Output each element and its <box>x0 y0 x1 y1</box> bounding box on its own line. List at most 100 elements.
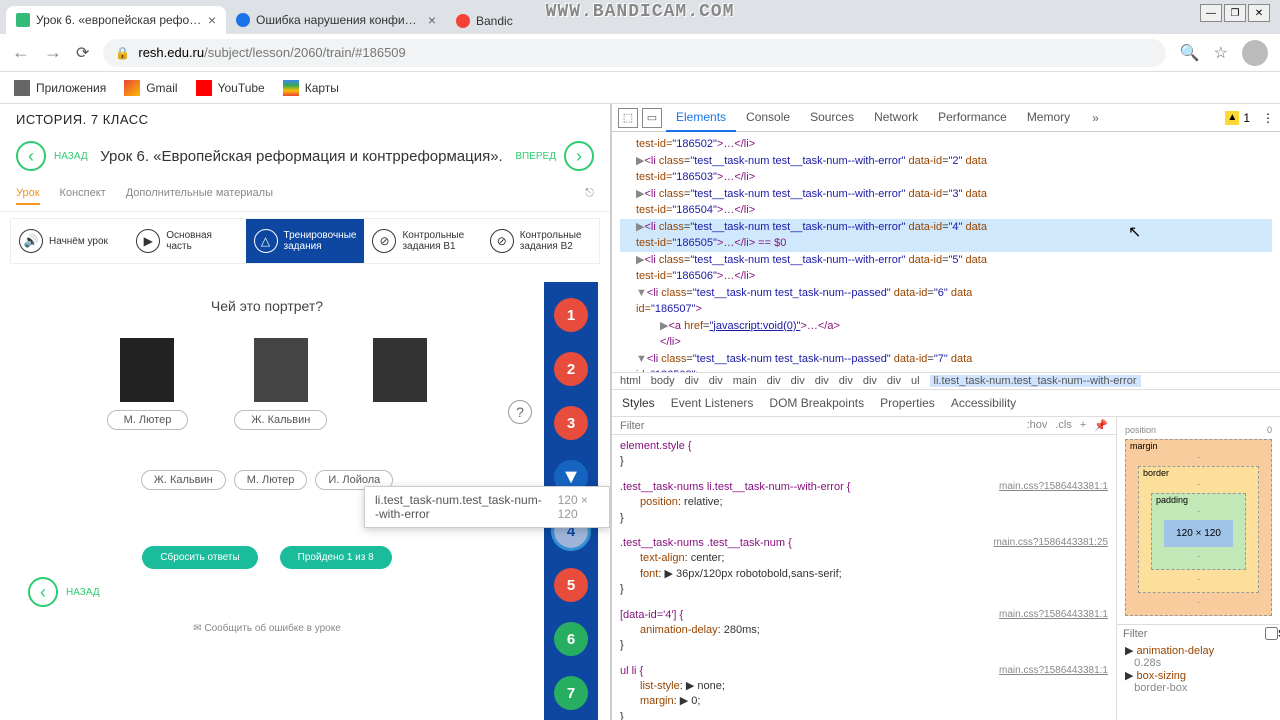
portrait-option[interactable]: Ж. Кальвин <box>234 338 327 430</box>
dom-node[interactable]: ▶<a href="javascript:void(0)">…</a> <box>620 318 1272 335</box>
portrait-option[interactable]: М. Лютер <box>107 338 189 430</box>
back-button[interactable]: ‹ <box>28 577 58 607</box>
section-training[interactable]: △Тренировочные задания <box>246 219 365 263</box>
device-icon[interactable]: ▭ <box>642 108 662 128</box>
devtools-menu-icon[interactable]: ⋮ <box>1254 111 1274 125</box>
dom-node[interactable]: ▶<li class="test__task-num test__task-nu… <box>620 252 1272 269</box>
computed-property[interactable]: ▶ box-sizing border-box <box>1125 669 1272 694</box>
url-input[interactable]: 🔒 resh.edu.ru/subject/lesson/2060/train/… <box>103 39 1165 67</box>
answer-chip[interactable]: М. Лютер <box>234 470 308 490</box>
dom-node[interactable]: test-id="186503">…</li> <box>620 169 1272 186</box>
tab-lesson[interactable]: Урок <box>16 187 40 205</box>
section-test2[interactable]: ⊘Контрольные задания В2 <box>482 219 599 263</box>
devtools-tab[interactable]: Network <box>864 104 928 132</box>
devtools-tab[interactable]: Performance <box>928 104 1017 132</box>
dom-node[interactable]: test-id="186506">…</li> <box>620 268 1272 285</box>
close-icon[interactable]: × <box>208 12 216 28</box>
crumb[interactable]: div <box>863 375 877 387</box>
devtools-tab[interactable]: Memory <box>1017 104 1080 132</box>
answer-chip[interactable]: Ж. Кальвин <box>141 470 226 490</box>
styles-tab[interactable]: Properties <box>880 396 935 410</box>
dom-node[interactable]: ▼<li class="test__task-num test_task-num… <box>620 285 1272 302</box>
bookmark-youtube[interactable]: YouTube <box>196 80 265 96</box>
share-icon[interactable]: ⎋ <box>585 187 594 205</box>
browser-tab[interactable]: Урок 6. «европейская реформа × <box>6 6 226 34</box>
star-icon[interactable]: ☆ <box>1214 43 1228 63</box>
browser-tab[interactable]: Ошибка нарушения конфиденц × <box>226 6 446 34</box>
dom-node[interactable]: test-id="186502">…</li> <box>620 136 1272 153</box>
breadcrumb[interactable]: htmlbodydivdivmaindivdivdivdivdivdivulli… <box>612 372 1280 390</box>
portrait-option[interactable] <box>373 338 427 430</box>
css-rule[interactable]: .test__task-nums li.test__task-num--with… <box>620 480 1108 526</box>
show-all-checkbox[interactable] <box>1265 627 1278 640</box>
user-avatar[interactable] <box>1242 40 1268 66</box>
dom-tree[interactable]: test-id="186502">…</li>▶<li class="test_… <box>612 132 1280 372</box>
cls-button[interactable]: .cls <box>1055 419 1072 432</box>
minimize-button[interactable]: — <box>1200 4 1222 22</box>
css-rule[interactable]: ul li {main.css?1586443381:1list-style: … <box>620 664 1108 720</box>
bookmark-maps[interactable]: Карты <box>283 80 339 96</box>
crumb[interactable]: div <box>815 375 829 387</box>
crumb[interactable]: ul <box>911 375 920 387</box>
crumb[interactable]: div <box>839 375 853 387</box>
task-number[interactable]: 5 <box>554 568 588 602</box>
search-icon[interactable]: 🔍 <box>1180 43 1200 63</box>
crumb[interactable]: div <box>709 375 723 387</box>
task-number[interactable]: 7 <box>554 676 588 710</box>
computed-list[interactable]: ▶ animation-delay 0.28s▶ box-sizing bord… <box>1117 642 1280 696</box>
dom-node[interactable]: id="186507"> <box>620 301 1272 318</box>
css-rule[interactable]: element.style {} <box>620 439 1108 470</box>
styles-tab[interactable]: DOM Breakpoints <box>769 396 864 410</box>
back-icon[interactable]: ← <box>12 42 30 63</box>
help-icon[interactable]: ? <box>508 400 532 424</box>
devtools-tab[interactable]: Sources <box>800 104 864 132</box>
filter-input[interactable] <box>620 420 1027 432</box>
devtools-tab[interactable]: Console <box>736 104 800 132</box>
section-main[interactable]: ▶Основная часть <box>128 219 245 263</box>
styles-tab[interactable]: Styles <box>622 396 655 410</box>
crumb[interactable]: body <box>651 375 675 387</box>
reload-icon[interactable]: ⟳ <box>76 43 89 63</box>
add-rule-button[interactable]: + <box>1080 419 1086 432</box>
task-number[interactable]: 3 <box>554 406 588 440</box>
crumb[interactable]: div <box>887 375 901 387</box>
close-button[interactable]: ✕ <box>1248 4 1270 22</box>
dom-node[interactable]: ▶<li class="test__task-num test__task-nu… <box>620 153 1272 170</box>
crumb[interactable]: div <box>685 375 699 387</box>
computed-filter-input[interactable] <box>1123 628 1265 640</box>
progress-button[interactable]: Пройдено 1 из 8 <box>280 546 392 569</box>
css-rule[interactable]: [data-id='4'] {main.css?1586443381:1anim… <box>620 608 1108 654</box>
maximize-button[interactable]: ❐ <box>1224 4 1246 22</box>
prev-lesson-button[interactable]: ‹ <box>16 141 46 171</box>
computed-property[interactable]: ▶ animation-delay 0.28s <box>1125 644 1272 669</box>
more-icon[interactable]: » <box>1084 111 1107 125</box>
hov-button[interactable]: :hov <box>1027 419 1048 432</box>
dom-node[interactable]: </li> <box>620 334 1272 351</box>
task-number[interactable]: 1 <box>554 298 588 332</box>
crumb[interactable]: div <box>767 375 781 387</box>
tab-extra[interactable]: Дополнительные материалы <box>126 187 273 205</box>
crumb[interactable]: main <box>733 375 757 387</box>
section-start[interactable]: 🔊Начнём урок <box>11 219 128 263</box>
browser-tab[interactable]: Bandic <box>446 8 523 34</box>
dom-node[interactable]: test-id="186505">…</li> == $0 <box>620 235 1272 252</box>
crumb[interactable]: html <box>620 375 641 387</box>
section-test1[interactable]: ⊘Контрольные задания В1 <box>364 219 481 263</box>
css-rules[interactable]: element.style {} .test__task-nums li.test… <box>612 435 1116 720</box>
warning-badge[interactable]: ▲ <box>1225 111 1239 125</box>
dom-node[interactable]: ▶<li class="test__task-num test__task-nu… <box>620 186 1272 203</box>
dom-node[interactable]: ▼<li class="test__task-num test_task-num… <box>620 351 1272 368</box>
crumb[interactable]: div <box>791 375 805 387</box>
dom-node[interactable]: test-id="186504">…</li> <box>620 202 1272 219</box>
next-lesson-button[interactable]: › <box>564 141 594 171</box>
tab-summary[interactable]: Конспект <box>60 187 106 205</box>
task-number[interactable]: 2 <box>554 352 588 386</box>
task-number[interactable]: 6 <box>554 622 588 656</box>
css-rule[interactable]: .test__task-nums .test__task-num {main.c… <box>620 536 1108 598</box>
styles-tab[interactable]: Accessibility <box>951 396 1016 410</box>
close-icon[interactable]: × <box>428 12 436 28</box>
apps-button[interactable]: Приложения <box>14 80 106 96</box>
report-error-link[interactable]: ✉ Сообщить об ошибке в уроке <box>12 623 522 634</box>
crumb[interactable]: li.test_task-num.test_task-num--with-err… <box>930 375 1141 387</box>
styles-tab[interactable]: Event Listeners <box>671 396 754 410</box>
